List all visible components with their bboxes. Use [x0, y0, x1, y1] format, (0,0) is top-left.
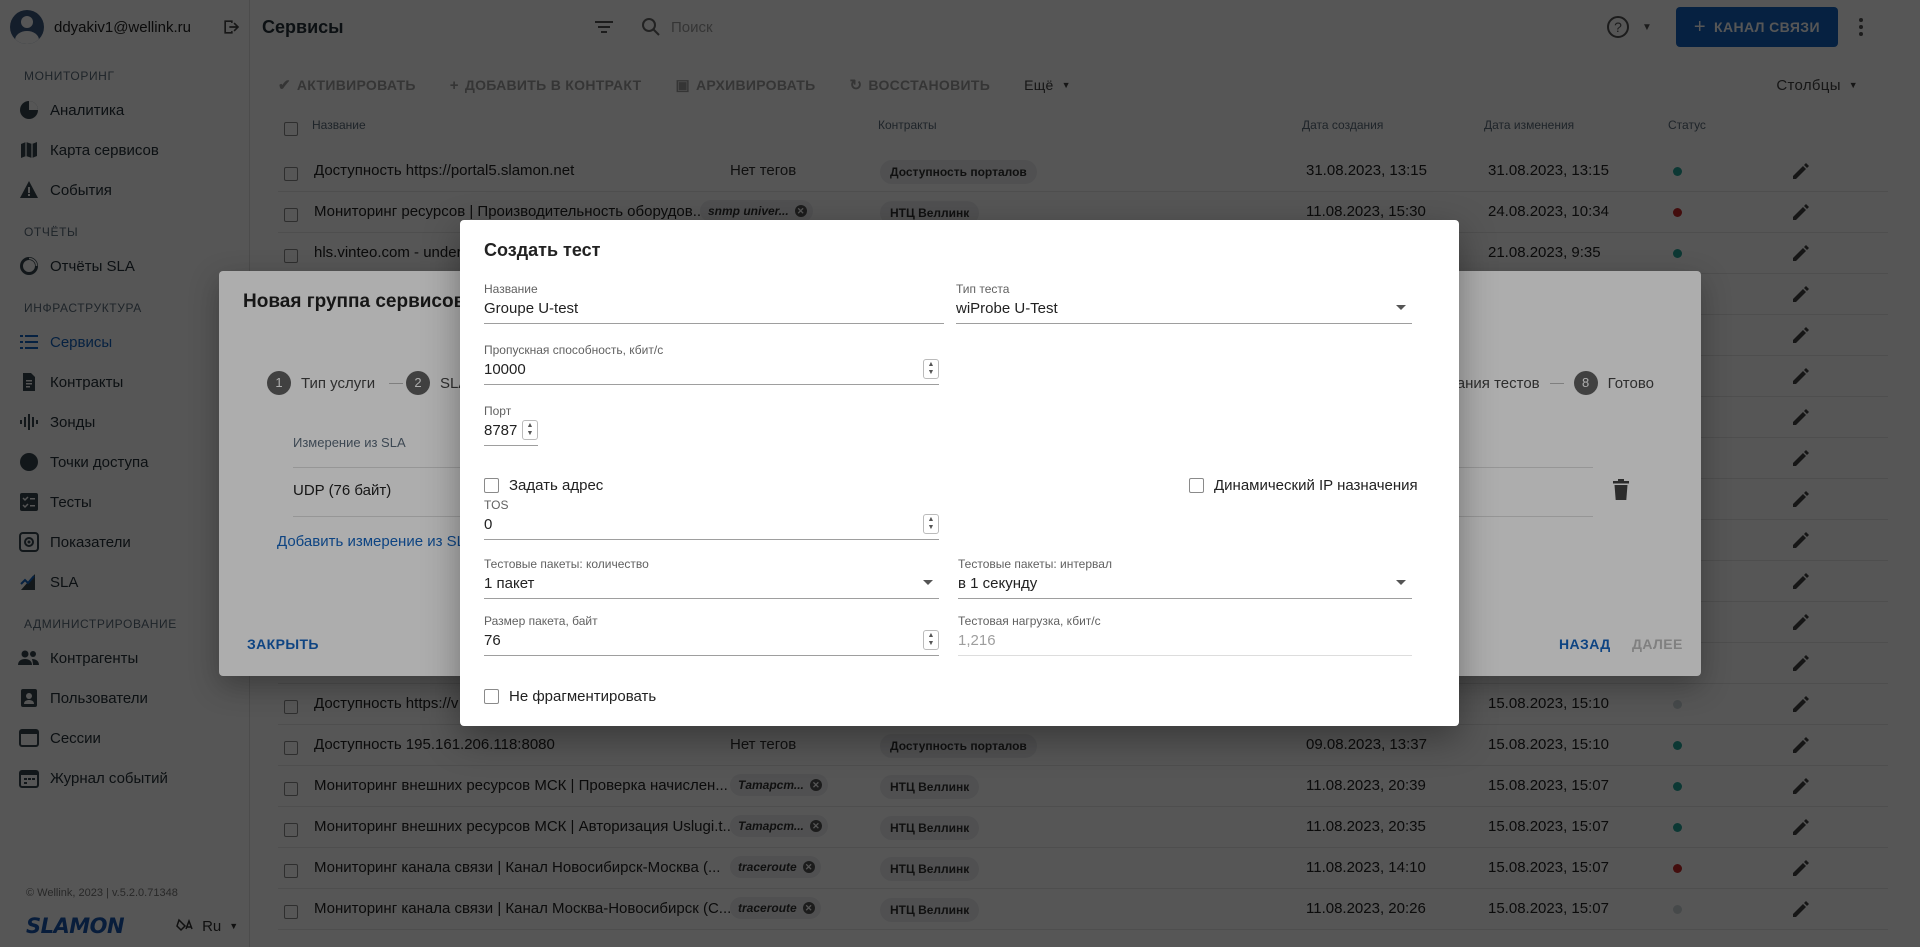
packet-count-select[interactable]: Тестовые пакеты: количество 1 пакет: [484, 557, 939, 599]
dropdown-arrow-icon[interactable]: [923, 580, 933, 585]
stepper-icon[interactable]: ▲ ▼: [923, 514, 939, 534]
dropdown-arrow-icon[interactable]: [1396, 580, 1406, 585]
create-test-dialog: Создать тест Название Groupe U-test Тип …: [460, 220, 1459, 726]
bandwidth-label: Пропускная способность, кбит/с: [484, 343, 664, 357]
stepper-icon[interactable]: ▲ ▼: [522, 420, 538, 440]
stepper-icon[interactable]: ▲ ▼: [923, 359, 939, 379]
packet-count-label: Тестовые пакеты: количество: [484, 557, 649, 571]
dropdown-arrow-icon[interactable]: [1396, 305, 1406, 310]
underline: [484, 539, 939, 540]
checkbox[interactable]: [484, 689, 499, 704]
underline: [958, 655, 1412, 656]
bandwidth-field[interactable]: Пропускная способность, кбит/с 10000 ▲ ▼: [484, 343, 939, 385]
dialog-title: Создать тест: [484, 240, 601, 260]
port-label: Порт: [484, 404, 512, 418]
test-load-value: 1,216: [958, 632, 996, 649]
set-address-label: Задать адрес: [509, 477, 604, 494]
underline: [956, 323, 1412, 324]
underline: [484, 445, 538, 446]
name-label: Название: [484, 282, 538, 296]
underline: [484, 323, 944, 324]
underline: [484, 655, 939, 656]
no-fragment-checkbox[interactable]: Не фрагментировать: [484, 688, 656, 705]
set-address-checkbox[interactable]: Задать адрес: [484, 477, 603, 494]
underline: [484, 384, 939, 385]
packet-interval-select[interactable]: Тестовые пакеты: интервал в 1 секунду: [958, 557, 1412, 599]
tos-field[interactable]: TOS 0 ▲ ▼: [484, 498, 939, 540]
packet-interval-label: Тестовые пакеты: интервал: [958, 557, 1112, 571]
test-type-value[interactable]: wiProbe U-Test: [956, 298, 1412, 320]
checkbox[interactable]: [1189, 478, 1204, 493]
test-load-field: Тестовая нагрузка, кбит/с 1,216: [958, 614, 1412, 656]
dynamic-ip-checkbox[interactable]: Динамический IP назначения: [1189, 477, 1418, 494]
checkbox[interactable]: [484, 478, 499, 493]
test-type-select[interactable]: Тип теста wiProbe U-Test: [956, 282, 1412, 324]
underline: [958, 598, 1412, 599]
dynamic-ip-label: Динамический IP назначения: [1214, 477, 1418, 494]
underline: [484, 598, 939, 599]
stepper-icon[interactable]: ▲ ▼: [923, 630, 939, 650]
packet-size-input[interactable]: 76: [484, 630, 939, 652]
tos-input[interactable]: 0: [484, 514, 939, 536]
tos-label: TOS: [484, 498, 509, 512]
packet-interval-value[interactable]: в 1 секунду: [958, 573, 1412, 595]
name-field[interactable]: Название Groupe U-test: [484, 282, 944, 324]
name-input[interactable]: Groupe U-test: [484, 298, 944, 320]
packet-size-label: Размер пакета, байт: [484, 614, 598, 628]
packet-count-value[interactable]: 1 пакет: [484, 573, 939, 595]
packet-size-field[interactable]: Размер пакета, байт 76 ▲ ▼: [484, 614, 939, 656]
no-fragment-label: Не фрагментировать: [509, 688, 657, 705]
test-load-label: Тестовая нагрузка, кбит/с: [958, 614, 1101, 628]
bandwidth-input[interactable]: 10000: [484, 359, 939, 381]
port-field[interactable]: Порт 8787 ▲ ▼: [484, 404, 538, 446]
test-type-label: Тип теста: [956, 282, 1010, 296]
